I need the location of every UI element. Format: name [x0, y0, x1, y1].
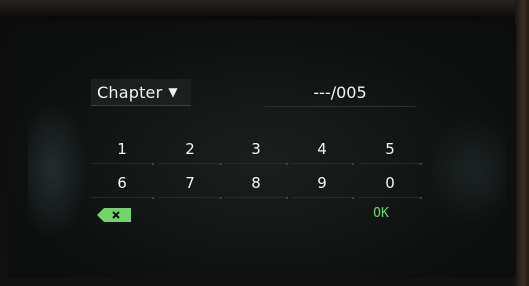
dropdown-arrow-icon: ▼	[168, 85, 178, 99]
backspace-button[interactable]	[97, 207, 131, 222]
key-5[interactable]: 5	[359, 135, 422, 165]
mode-dropdown[interactable]: Chapter ▼	[91, 79, 191, 106]
key-2[interactable]: 2	[159, 135, 222, 165]
chapter-number-display: ---/005	[265, 80, 415, 107]
key-1[interactable]: 1	[91, 135, 154, 165]
mode-dropdown-label: Chapter	[97, 82, 163, 102]
keypad-row: 6 7 8 9 0	[91, 169, 425, 199]
chapter-entry-panel: Chapter ▼ ---/005 1 2 3 4 5 6 7 8 9 0 OK	[85, 77, 425, 227]
key-8[interactable]: 8	[225, 169, 288, 199]
device-bezel-top	[0, 0, 529, 16]
ok-button[interactable]: OK	[351, 205, 411, 223]
key-0[interactable]: 0	[359, 169, 422, 199]
backspace-x-icon	[97, 208, 131, 222]
key-6[interactable]: 6	[91, 169, 154, 199]
screen-reflection	[426, 115, 506, 225]
key-9[interactable]: 9	[291, 169, 354, 199]
device-bezel-edge	[515, 0, 529, 286]
keypad-action-row: OK	[91, 205, 425, 233]
screen-reflection	[28, 100, 88, 240]
key-7[interactable]: 7	[159, 169, 222, 199]
key-4[interactable]: 4	[291, 135, 354, 165]
entry-header: Chapter ▼ ---/005	[85, 79, 425, 107]
keypad-row: 1 2 3 4 5	[91, 135, 425, 165]
key-3[interactable]: 3	[225, 135, 288, 165]
